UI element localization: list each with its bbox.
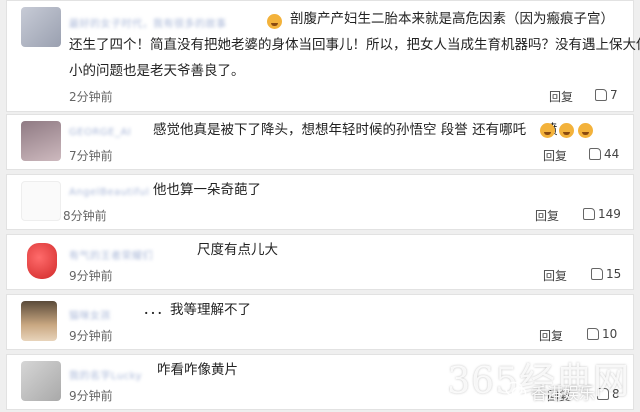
like-count: 15 [606,267,622,281]
thumbs-up-icon [591,268,603,280]
emoji-crying-icon [578,123,593,138]
like-button[interactable]: 10 [587,327,617,341]
wechat-label: 香港娱乐 [531,384,596,403]
like-button[interactable]: 15 [591,267,621,281]
like-count: 10 [602,327,618,341]
comment-card: 有气的王者荣耀们 尺度有点儿大 9分钟前 回复 15 [6,234,634,290]
like-button[interactable]: 149 [583,207,621,221]
comment-username[interactable]: 猫咪女孩 [69,307,111,322]
emoji-crying-icon [540,123,555,138]
wechat-icon [505,381,527,400]
comment-username[interactable]: 我的名字Lucky [69,367,142,382]
comment-text: 咋看咋像黄片 [157,359,238,382]
comment-text-line: 尺度有点儿大 [197,242,278,258]
like-button[interactable]: 44 [589,147,619,161]
comment-card: 最好的女子时代，我有很多的故事 剖腹产产妇生二胎本来就是高危因素（因为瘢痕子宫）… [6,0,640,112]
comment-text-line: 剖腹产产妇生二胎本来就是高危因素（因为瘢痕子宫） [290,11,614,27]
reply-button[interactable]: 回复 [539,327,563,344]
comment-text: 尺度有点儿大 [197,239,278,262]
avatar[interactable] [21,361,61,401]
emoji-icon [267,14,282,29]
comment-card: GEORGE_AI 感觉他真是被下了降头，想想年轻时候的孙悟空 段誉 还有哪吒 … [6,114,634,170]
thumbs-up-icon [595,89,607,101]
comment-username[interactable]: 有气的王者荣耀们 [69,247,153,262]
avatar[interactable] [21,121,61,161]
comment-time: 2分钟前 [69,90,113,104]
reply-button[interactable]: 回复 [543,147,567,164]
avatar[interactable] [21,301,57,341]
avatar[interactable] [21,7,61,47]
comment-username[interactable]: AngelBeautiful [69,187,149,198]
like-count: 149 [598,207,621,221]
reply-button[interactable]: 回复 [535,207,559,224]
comment-username[interactable]: GEORGE_AI [69,127,131,138]
avatar[interactable] [27,243,57,279]
comment-text-line: 他也算一朵奇葩了 [153,182,261,198]
thumbs-up-icon [583,208,595,220]
comment-card: 猫咪女孩 ．．．我等理解不了 9分钟前 回复 10 [6,294,634,350]
comment-time: 9分钟前 [69,269,113,283]
comment-text: 小的问题也是老天爷善良了。 [69,60,245,83]
comment-text-line: ．．．我等理解不了 [143,302,251,318]
like-count: 7 [610,88,618,102]
thumbs-up-icon [587,328,599,340]
thumbs-up-icon [589,148,601,160]
comment-text: 感觉他真是被下了降头，想想年轻时候的孙悟空 段誉 还有哪吒 喷 [153,119,557,142]
comment-text: 还生了四个！简直没有把她老婆的身体当回事儿！所以，把女人当成生育机器吗？没有遇上… [69,34,640,57]
comment-text: ．．．我等理解不了 [143,299,251,322]
comment-time: 9分钟前 [69,389,113,403]
comment-time: 7分钟前 [69,149,113,163]
comment-card: AngelBeautiful 他也算一朵奇葩了 8分钟前 回复 149 [6,174,634,230]
comment-text: 他也算一朵奇葩了 [153,179,261,202]
emoji-crying-icon [559,123,574,138]
wechat-watermark: 香港娱乐 [505,378,623,404]
comment-text: 剖腹产产妇生二胎本来就是高危因素（因为瘢痕子宫） [290,8,614,31]
comment-text-line: 感觉他真是被下了降头，想想年轻时候的孙悟空 段誉 还有哪吒 喷 [153,122,558,138]
comment-text-line: 还生了四个！简直没有把她老婆的身体当回事儿！所以，把女人当成生育机器吗？没有遇上… [69,37,640,53]
like-button[interactable]: 7 [595,88,618,102]
reply-button[interactable]: 回复 [543,267,567,284]
comment-time: 8分钟前 [63,209,107,223]
comment-time: 9分钟前 [69,329,113,343]
reply-button[interactable]: 回复 [549,88,573,105]
comment-text-line: 小的问题也是老天爷善良了。 [69,63,245,79]
comment-username[interactable]: 最好的女子时代，我有很多的故事 [69,15,227,30]
comment-text-line: 咋看咋像黄片 [157,362,238,378]
like-count: 44 [604,147,620,161]
avatar[interactable] [21,181,61,221]
